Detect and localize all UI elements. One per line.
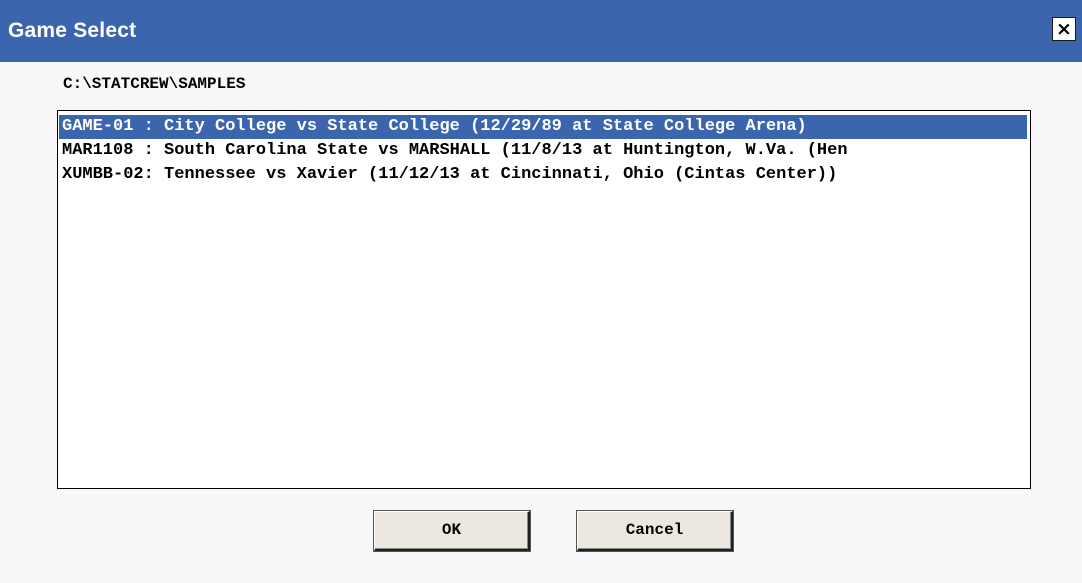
list-item-xumbb-02[interactable]: XUMBB-02: Tennessee vs Xavier (11/12/13 … [59, 163, 1027, 187]
list-item-game-01[interactable]: GAME-01 : City College vs State College … [59, 115, 1027, 139]
cancel-button[interactable]: Cancel [577, 511, 733, 551]
title-bar: Game Select × [0, 0, 1082, 62]
game-select-dialog: Game Select × C:\STATCREW\SAMPLES GAME-0… [0, 0, 1082, 583]
game-listbox[interactable]: GAME-01 : City College vs State College … [57, 110, 1031, 489]
list-item-mar1108[interactable]: MAR1108 : South Carolina State vs MARSHA… [59, 139, 1027, 163]
window-title: Game Select [8, 19, 137, 42]
directory-path-label: C:\STATCREW\SAMPLES [63, 75, 246, 93]
ok-button[interactable]: OK [374, 511, 530, 551]
close-icon[interactable]: × [1052, 17, 1076, 41]
